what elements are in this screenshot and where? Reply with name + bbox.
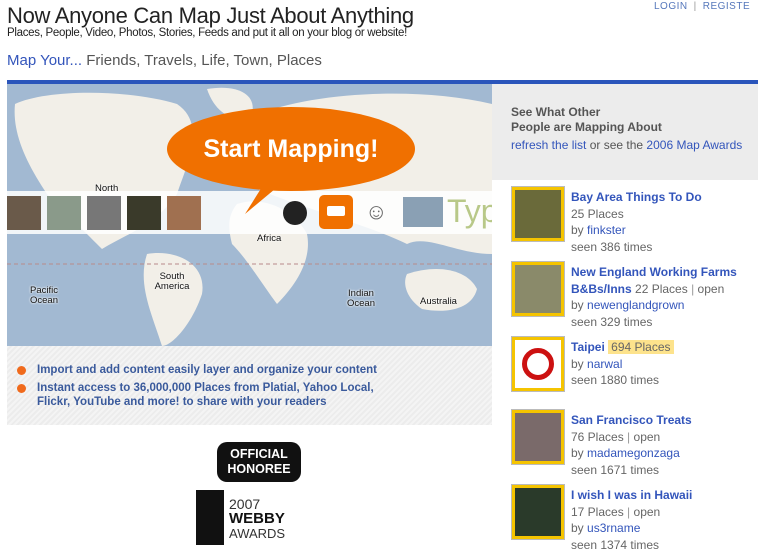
sidebar-heading: See What Other People are Mapping About <box>511 105 662 134</box>
map-title-link[interactable]: Taipei <box>571 340 605 354</box>
map-label-pacific: Pacific Ocean <box>30 285 58 306</box>
blogger-icon <box>319 195 353 229</box>
feature-list: Import and add content easily layer and … <box>7 346 492 425</box>
photo-thumb <box>127 196 161 230</box>
register-link[interactable]: REGISTE <box>703 1 750 12</box>
feed-service-icon <box>403 197 443 227</box>
map-thumbnail[interactable] <box>511 261 565 317</box>
tagline-lead: Map Your... <box>7 52 83 69</box>
author-link[interactable]: madamegonzaga <box>587 446 680 460</box>
map-awards-link[interactable]: 2006 Map Awards <box>646 138 742 152</box>
map-thumbnail[interactable] <box>511 186 565 242</box>
map-label-south-america: South America <box>154 271 190 292</box>
author-link[interactable]: narwal <box>587 357 622 371</box>
map-thumbnail[interactable] <box>511 409 565 465</box>
award-awards: AWARDS <box>229 526 286 541</box>
sidebar-links: refresh the list or see the 2006 Map Awa… <box>511 138 743 152</box>
webby-spring-icon <box>196 490 224 545</box>
award-name: WEBBY <box>229 510 285 527</box>
bullet-icon <box>17 366 26 375</box>
world-map[interactable]: North Africa South America Pacific Ocean… <box>7 84 492 346</box>
photo-thumb <box>87 196 121 230</box>
award-line1: OFFICIAL <box>230 447 288 461</box>
tagline: Map Your... Friends, Travels, Life, Town… <box>7 52 322 69</box>
login-link[interactable]: LOGIN <box>654 1 688 12</box>
photo-thumb <box>47 196 81 230</box>
map-title-link[interactable]: Bay Area Things To Do <box>571 189 702 206</box>
map-thumbnail[interactable] <box>511 484 565 540</box>
smiley-icon: ☺ <box>365 199 388 224</box>
author-link[interactable]: newenglandgrown <box>587 298 684 312</box>
feature-item: Import and add content easily layer and … <box>17 363 377 377</box>
map-title-link[interactable]: San Francisco Treats <box>571 412 692 429</box>
webby-award-badge[interactable]: OFFICIAL HONOREE 2007 WEBBY AWARDS <box>196 441 306 546</box>
bullet-icon <box>17 384 26 393</box>
award-year: 2007 <box>229 496 261 512</box>
map-thumbnail[interactable] <box>511 336 565 392</box>
separator: | <box>693 1 697 12</box>
map-label-australia: Australia <box>420 296 457 307</box>
tagline-rest: Friends, Travels, Life, Town, Places <box>82 52 322 69</box>
photo-thumb <box>167 196 201 230</box>
award-line2: HONOREE <box>227 462 291 476</box>
bubble-tail <box>245 179 287 214</box>
author-link[interactable]: finkster <box>587 223 626 237</box>
photo-thumb <box>7 196 41 230</box>
map-title-link[interactable]: I wish I was in Hawaii <box>571 487 692 504</box>
map-label-indian: Indian Ocean <box>347 288 375 309</box>
refresh-list-link[interactable]: refresh the list <box>511 138 586 152</box>
author-link[interactable]: us3rname <box>587 521 640 535</box>
map-label-africa: Africa <box>257 233 282 244</box>
typepad-logo: Typ <box>447 193 492 229</box>
feature-item: Instant access to 36,000,000 Places from… <box>17 381 407 409</box>
auth-links: LOGIN | REGISTE <box>654 1 750 12</box>
sidebar-header: See What Other People are Mapping About r… <box>492 84 758 180</box>
page-title: Now Anyone Can Map Just About Anything <box>7 3 414 28</box>
page-subtitle: Places, People, Video, Photos, Stories, … <box>7 27 408 39</box>
map-title-link[interactable]: New England Working Farms <box>571 264 737 281</box>
